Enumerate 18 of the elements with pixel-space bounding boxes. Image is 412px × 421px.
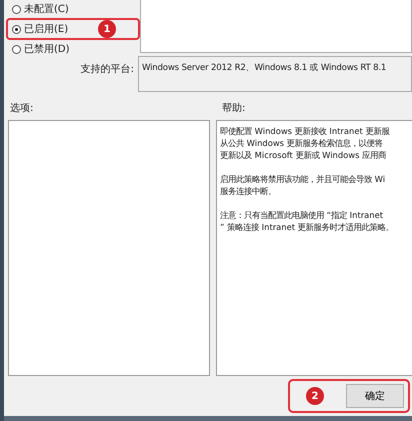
help-text: ” 策略连接 Intranet 更新服务时才适用此策略。 [220,221,395,233]
help-text: 启用此策略将禁用该功能，并且可能会导致 Wi [220,173,386,185]
help-text: 更新以及 Microsoft 更新或 Windows 应用商 [220,149,388,161]
radio-button[interactable]: 已禁用(D) [12,42,70,56]
help-text: 服务连接中断。 [220,185,277,197]
options-label: 选项: [9,102,34,115]
step-badge: 1 [98,20,116,38]
help-text: 注意：只有当配置此电脑使用 “指定 Intranet [220,209,384,221]
step-badge: 2 [306,387,324,405]
platform-label: 支持的平台: [80,62,134,76]
help-text: 即使配置 Windows 更新接收 Intranet 更新服 [220,125,390,137]
help-label: 帮助: [222,102,246,115]
radio-button[interactable]: 未配置(C) [12,2,69,16]
comment-field[interactable] [140,0,412,53]
radio-button[interactable]: 已启用(E) [12,22,68,36]
help-text: 从公共 Windows 更新服务检索信息，以便将 [220,137,384,149]
ok-button[interactable]: 确定 [346,384,404,408]
platform-field: Windows Server 2012 R2、Windows 8.1 或 Windows RT 8.1 [138,56,412,92]
